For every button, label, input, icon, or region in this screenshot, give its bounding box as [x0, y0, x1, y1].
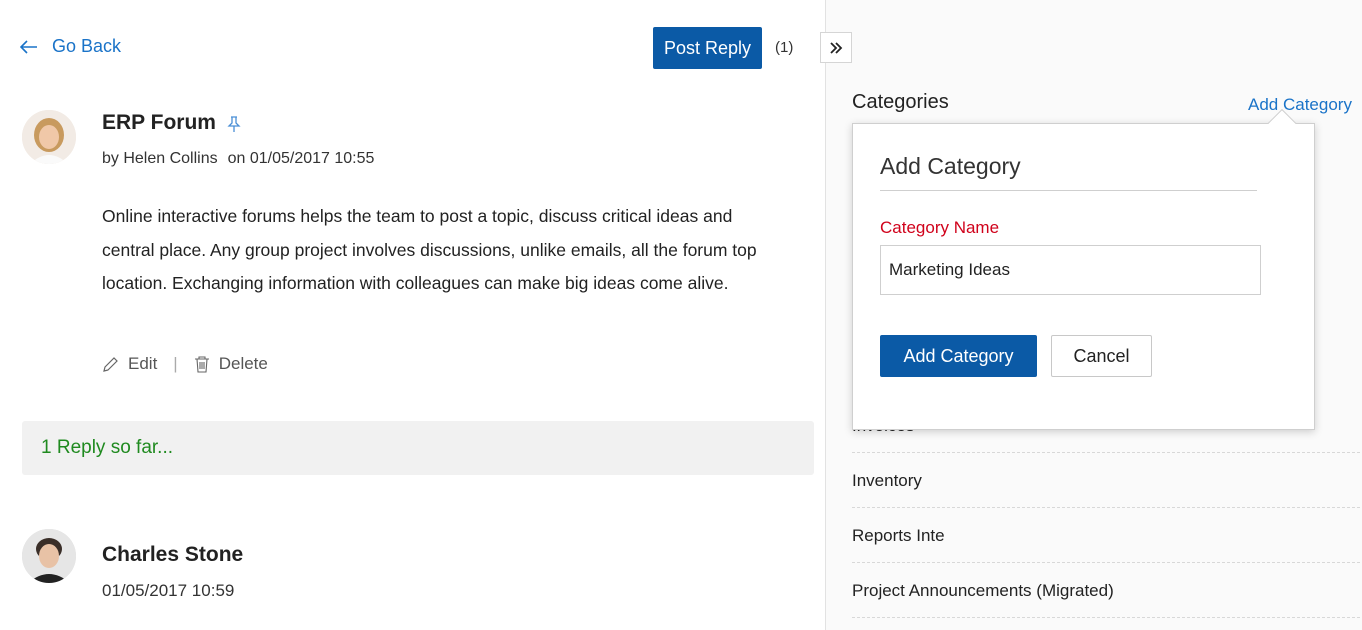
reply-count: (1): [775, 39, 794, 56]
cancel-button[interactable]: Cancel: [1051, 335, 1152, 377]
go-back-link[interactable]: Go Back: [20, 36, 121, 57]
trash-icon: [194, 356, 209, 373]
category-name-label: Category Name: [880, 218, 1000, 237]
category-item[interactable]: Reports Inte: [852, 508, 1360, 563]
go-back-label: Go Back: [52, 36, 122, 56]
replies-summary: 1 Reply so far...: [41, 437, 174, 458]
category-list: Invoices Inventory Reports Inte Project …: [852, 400, 1360, 618]
post-body-line: location. Exchanging information with co…: [102, 273, 729, 293]
post-date: on 01/05/2017 10:55: [227, 150, 375, 167]
post-reply-button[interactable]: Post Reply: [653, 27, 762, 69]
post-body-line: central place. Any group project involve…: [102, 239, 757, 260]
popup-divider: [880, 190, 1257, 191]
add-category-popup: Add Category Category Name Add Category …: [852, 123, 1315, 430]
edit-button[interactable]: Edit: [102, 354, 157, 374]
replies-summary-bar: 1 Reply so far...: [22, 421, 814, 475]
action-separator: |: [173, 354, 178, 373]
add-category-button[interactable]: Add Category: [880, 335, 1037, 377]
pencil-icon: [103, 356, 118, 372]
popup-title: Add Category: [880, 153, 1021, 179]
double-chevron-right-icon: [830, 41, 843, 54]
delete-button[interactable]: Delete: [194, 354, 268, 374]
reply-author: Charles Stone: [102, 543, 244, 566]
post-body: Online interactive forums helps the team…: [102, 200, 822, 301]
category-name-input[interactable]: [880, 245, 1261, 295]
categories-heading: Categories: [852, 91, 949, 113]
add-category-link[interactable]: Add Category: [1248, 95, 1352, 115]
forum-app: Go Back Post Reply (1) ERP Forum by Hele…: [0, 0, 1362, 630]
category-item[interactable]: Inventory: [852, 453, 1360, 508]
category-item[interactable]: Project Announcements (Migrated): [852, 563, 1360, 618]
post-body-line: Online interactive forums helps the team…: [102, 206, 733, 226]
post-author: by Helen Collins: [102, 150, 218, 167]
avatar: [22, 529, 76, 583]
post-title: ERP Forum: [102, 111, 216, 134]
arrow-left-icon: [20, 39, 37, 54]
author-photo: [22, 110, 76, 164]
topic-pane: Go Back Post Reply (1) ERP Forum by Hele…: [0, 0, 825, 630]
reply-date: 01/05/2017 10:59: [102, 581, 235, 600]
reply-author-photo: [22, 529, 76, 583]
delete-label: Delete: [218, 354, 268, 373]
pin-icon[interactable]: [226, 115, 242, 133]
post-actions: Edit | Delete: [102, 354, 268, 374]
post-meta: by Helen Collins on 01/05/2017 10:55: [102, 150, 374, 168]
edit-label: Edit: [128, 354, 158, 373]
avatar: [22, 110, 76, 164]
collapse-sidebar-button[interactable]: [820, 32, 852, 63]
